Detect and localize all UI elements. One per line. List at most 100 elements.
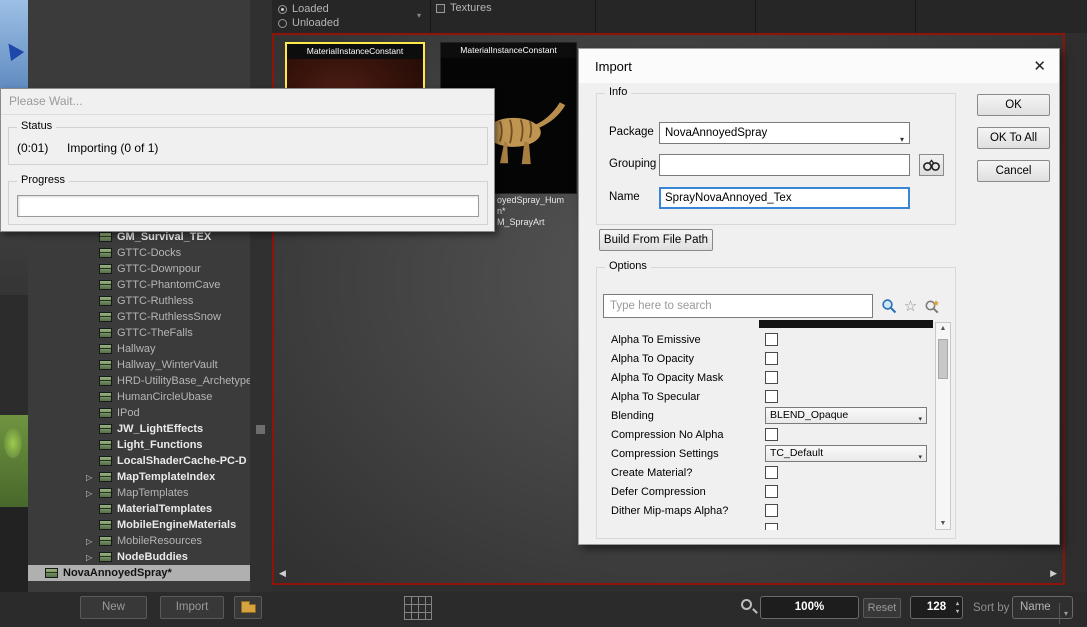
radio-unloaded[interactable]: Unloaded [278,17,339,29]
hscroll-right-icon[interactable]: ▶ [1050,568,1057,579]
tree-item[interactable]: ▷ MobileResources [28,533,250,549]
option-checkbox[interactable] [765,523,778,530]
tree-item[interactable]: ▷ MapTemplates [28,485,250,501]
option-dropdown[interactable]: TC_Default ▾ [765,445,927,462]
import-dialog-titlebar[interactable]: Import ✕ [579,49,1059,83]
option-dropdown[interactable]: BLEND_Opaque ▾ [765,407,927,424]
tree-item[interactable]: GTTC-Docks [28,245,250,261]
tree-item-label: MapTemplates [117,487,189,499]
option-checkbox[interactable] [765,485,778,498]
asset-name-label: oyedSpray_Hum n* M_SprayArt [497,195,564,228]
tree-item[interactable]: MobileEngineMaterials [28,517,250,533]
expander-icon[interactable]: ▷ [86,537,99,546]
search-button[interactable] [878,294,899,318]
advanced-search-button[interactable] [922,294,943,318]
chevron-down-icon: ▾ [1058,603,1068,624]
build-from-file-path-button[interactable]: Build From File Path [599,229,713,251]
option-dropdown-value: TC_Default [770,447,824,459]
open-package-button[interactable] [234,596,262,619]
tree-item[interactable]: GTTC-TheFalls [28,325,250,341]
option-dropdown-value: BLEND_Opaque [770,409,849,421]
tree-item[interactable]: HumanCircleUbase [28,389,250,405]
close-icon[interactable]: ✕ [1033,57,1046,75]
new-package-button[interactable]: New [80,596,147,619]
hscroll-left-icon[interactable]: ◀ [279,568,286,579]
package-icon [99,248,112,258]
tree-item[interactable]: GTTC-Downpour [28,261,250,277]
option-label: Dither Mip-maps Alpha? [611,504,729,517]
tree-item-label: HumanCircleUbase [117,391,213,403]
zoom-reset-button[interactable]: Reset [863,598,901,618]
tree-item[interactable]: Light_Functions [28,437,250,453]
scroll-up-icon[interactable]: ▲ [936,325,950,332]
package-icon [99,392,112,402]
radio-loaded[interactable]: Loaded [278,3,329,15]
stepper-arrows-icon[interactable]: ▴ ▾ [956,600,959,616]
package-icon [99,312,112,322]
tree-item[interactable]: Hallway_WinterVault [28,357,250,373]
zoom-icon [741,599,752,610]
package-icon [99,520,112,530]
asset-type-label: MaterialInstanceConstant [287,44,423,59]
option-checkbox[interactable] [765,333,778,346]
option-checkbox[interactable] [765,504,778,517]
tree-item[interactable]: IPod [28,405,250,421]
column-divider [430,0,431,33]
binoculars-icon [923,159,940,171]
tree-item[interactable]: GTTC-Ruthless [28,293,250,309]
options-scrollbar[interactable]: ▲ ▼ [935,322,951,530]
zoom-level-slider[interactable]: 100% [760,596,859,619]
import-button[interactable]: Import [160,596,224,619]
scroll-down-icon[interactable]: ▼ [936,520,950,527]
thumbnail-size-value: 128 [926,601,947,613]
checkbox-textures[interactable]: Textures [436,2,492,14]
tree-item-label: LocalShaderCache-PC-D [117,455,247,467]
elapsed-time: (0:01) [17,141,49,155]
column-divider [755,0,756,33]
expander-icon[interactable]: ▷ [86,473,99,482]
option-row: Compression Settings TC_Default ▾ [603,444,933,463]
option-checkbox[interactable] [765,352,778,365]
viewport-shadow [0,295,28,415]
expander-icon[interactable]: ▷ [86,489,99,498]
tree-item[interactable]: MaterialTemplates [28,501,250,517]
ok-to-all-button[interactable]: OK To All [977,127,1050,149]
tree-item-label: HRD-UtilityBase_Archetypes [117,375,250,387]
tree-item-label: Hallway_WinterVault [117,359,218,371]
option-checkbox[interactable] [765,428,778,441]
ok-button[interactable]: OK [977,94,1050,116]
expander-icon[interactable]: ▷ [86,553,99,562]
tree-item-label: JW_LightEffects [117,423,204,435]
package-icon [99,456,112,466]
tree-item[interactable]: ▷ MapTemplateIndex [28,469,250,485]
package-combobox[interactable]: NovaAnnoyedSpray ▾ [659,122,910,144]
tree-item[interactable]: LocalShaderCache-PC-D [28,453,250,469]
scrollbar-thumb[interactable] [938,339,948,379]
property-column-splitter[interactable] [759,320,933,328]
name-input[interactable] [659,187,910,209]
option-row: Blending BLEND_Opaque ▾ [603,406,933,425]
tree-item[interactable]: Hallway [28,341,250,357]
tree-item[interactable]: GTTC-PhantomCave [28,277,250,293]
options-search-input[interactable] [603,294,873,318]
option-checkbox[interactable] [765,466,778,479]
package-value: NovaAnnoyedSpray [665,127,768,139]
scrollbar-thumb[interactable] [256,425,265,434]
sort-field-dropdown[interactable]: Name ▾ [1012,596,1073,624]
tree-item[interactable]: GTTC-RuthlessSnow [28,309,250,325]
progress-groupbox: Progress [8,174,488,225]
filter-dropdown-arrow-icon[interactable]: ▾ [417,11,421,20]
option-checkbox[interactable] [765,371,778,384]
option-checkbox[interactable] [765,390,778,403]
favorites-button[interactable]: ☆ [900,294,921,318]
thumbnail-size-stepper[interactable]: 128 ▴ ▾ [910,596,963,619]
tree-item[interactable]: ▷ NodeBuddies [28,549,250,565]
tree-item[interactable]: HRD-UtilityBase_Archetypes [28,373,250,389]
cancel-button[interactable]: Cancel [977,160,1050,182]
tree-item[interactable]: NovaAnnoyedSpray* [28,565,250,581]
grouping-combobox[interactable] [659,154,910,176]
tree-item[interactable]: JW_LightEffects [28,421,250,437]
thumbnail-view-icon[interactable] [404,596,432,620]
browse-groups-button[interactable] [919,154,944,176]
package-icon [99,536,112,546]
